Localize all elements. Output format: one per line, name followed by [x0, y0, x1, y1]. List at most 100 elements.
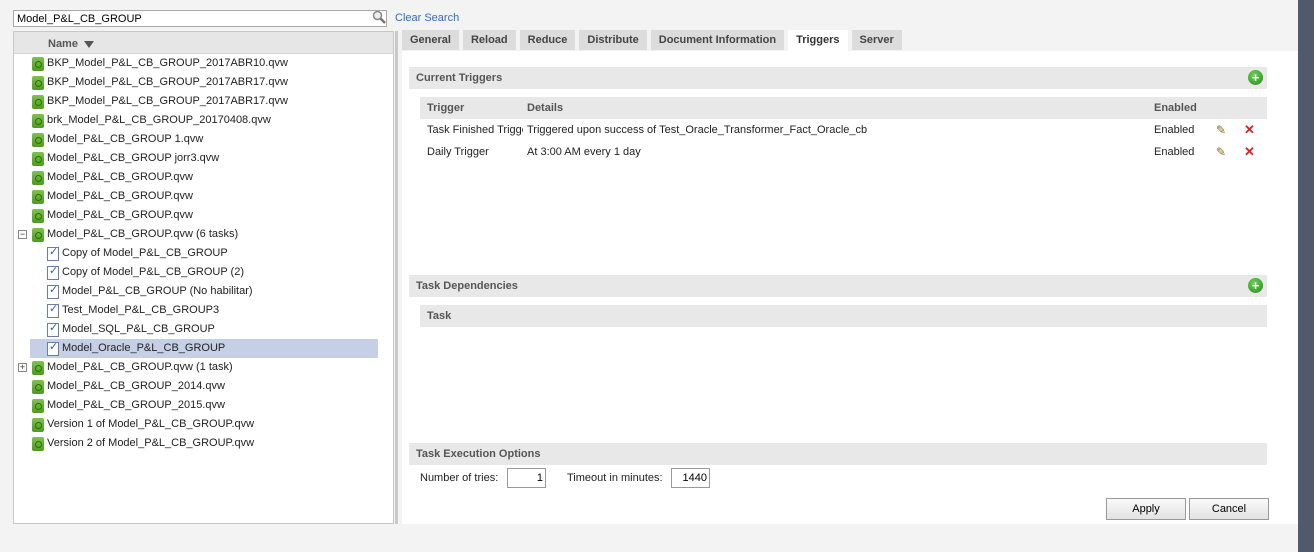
trigger-row[interactable]: Task Finished Trigge Triggered upon succ…	[420, 119, 1267, 141]
qvw-document-icon	[32, 361, 44, 375]
item-label: BKP_Model_P&L_CB_GROUP_2017ABR10.qvw	[47, 57, 288, 69]
tree-document-item[interactable]: − Model_P&L_CB_GROUP.qvw (6 tasks)	[14, 225, 393, 244]
qvw-document-icon	[32, 209, 44, 223]
tree-task-item[interactable]: Copy of Model_P&L_CB_GROUP	[14, 244, 393, 263]
edit-icon[interactable]: ✎	[1216, 145, 1226, 159]
item-label: BKP_Model_P&L_CB_GROUP_2017ABR17.qvw	[47, 76, 288, 88]
search-input[interactable]	[13, 10, 387, 27]
tree-task-item[interactable]: Model_P&L_CB_GROUP (No habilitar)	[14, 282, 393, 301]
task-icon	[47, 302, 59, 318]
item-label: Model_P&L_CB_GROUP jorr3.qvw	[47, 152, 220, 164]
filter-icon[interactable]	[84, 40, 95, 48]
delete-icon[interactable]: ✕	[1244, 144, 1255, 160]
edit-icon[interactable]: ✎	[1216, 123, 1226, 137]
tree-task-item[interactable]: Copy of Model_P&L_CB_GROUP (2)	[14, 263, 393, 282]
tree-document-item[interactable]: BKP_Model_P&L_CB_GROUP_2017ABR17.qvw	[14, 73, 393, 92]
task-icon	[47, 340, 59, 356]
tree-document-item[interactable]: brk_Model_P&L_CB_GROUP_20170408.qvw	[14, 111, 393, 130]
item-label: Version 2 of Model_P&L_CB_GROUP.qvw	[47, 437, 255, 449]
tab-triggers[interactable]: Triggers	[788, 30, 848, 52]
delete-icon[interactable]: ✕	[1244, 122, 1255, 138]
tree-task-item[interactable]: Model_Oracle_P&L_CB_GROUP	[30, 339, 378, 358]
tree-document-item[interactable]: Model_P&L_CB_GROUP_2014.qvw	[14, 377, 393, 396]
task-dependencies-header: Task Dependencies +	[409, 275, 1267, 297]
tree-document-item[interactable]: Version 2 of Model_P&L_CB_GROUP.qvw	[14, 434, 393, 453]
trigger-details: Triggered upon success of Test_Oracle_Tr…	[527, 124, 868, 136]
triggers-table-header: Trigger Details Enabled	[420, 97, 1267, 119]
item-label: Model_P&L_CB_GROUP_2014.qvw	[47, 380, 225, 392]
trigger-enabled: Enabled	[1154, 124, 1195, 136]
section-title: Current Triggers	[416, 72, 503, 84]
tab-bar: General Reload Reduce Distribute Document In…	[402, 30, 902, 52]
expand-icon[interactable]: +	[18, 363, 27, 372]
timeout-input[interactable]	[671, 468, 710, 488]
qvw-document-icon	[32, 418, 44, 432]
tab-document-information[interactable]: Document Information	[650, 30, 785, 50]
qvw-document-icon	[32, 171, 44, 185]
tree-document-item[interactable]: Model_P&L_CB_GROUP jorr3.qvw	[14, 149, 393, 168]
item-label: Model_P&L_CB_GROUP 1.qvw	[47, 133, 204, 145]
item-label: Copy of Model_P&L_CB_GROUP	[62, 247, 228, 259]
tries-input[interactable]	[507, 468, 546, 488]
item-label: Model_P&L_CB_GROUP.qvw (6 tasks)	[47, 228, 239, 240]
qvw-document-icon	[32, 76, 44, 90]
add-trigger-icon[interactable]: +	[1248, 70, 1263, 85]
triggers-panel: Current Triggers + Trigger Details Enable…	[402, 51, 1298, 524]
trigger-row[interactable]: Daily Trigger At 3:00 AM every 1 day Ena…	[420, 141, 1267, 163]
qvw-document-icon	[32, 95, 44, 109]
clear-search-link[interactable]: Clear Search	[395, 12, 459, 24]
tab-reload[interactable]: Reload	[462, 30, 516, 50]
trigger-details: At 3:00 AM every 1 day	[527, 146, 641, 158]
trigger-name: Task Finished Trigge	[427, 124, 523, 136]
qvw-document-icon	[32, 380, 44, 394]
item-label: Model_P&L_CB_GROUP (No habilitar)	[62, 285, 253, 297]
item-label: Model_P&L_CB_GROUP_2015.qvw	[47, 399, 225, 411]
item-label: Copy of Model_P&L_CB_GROUP (2)	[62, 266, 244, 278]
qvw-document-icon	[32, 133, 44, 147]
tree-task-item[interactable]: Test_Model_P&L_CB_GROUP3	[14, 301, 393, 320]
qvw-document-icon	[32, 190, 44, 204]
trigger-name: Daily Trigger	[427, 146, 489, 158]
add-dependency-icon[interactable]: +	[1248, 278, 1263, 293]
dependencies-table-header: Task	[420, 305, 1267, 327]
item-label: Test_Model_P&L_CB_GROUP3	[62, 304, 220, 316]
tree-document-item[interactable]: BKP_Model_P&L_CB_GROUP_2017ABR17.qvw	[14, 92, 393, 111]
tab-reduce[interactable]: Reduce	[519, 30, 576, 50]
tree-document-item[interactable]: Model_P&L_CB_GROUP.qvw	[14, 168, 393, 187]
qvw-document-icon	[32, 114, 44, 128]
side-scrollbar[interactable]	[1298, 0, 1314, 552]
section-title: Task Dependencies	[416, 280, 518, 292]
tree-document-item[interactable]: BKP_Model_P&L_CB_GROUP_2017ABR10.qvw	[14, 54, 393, 73]
name-column-header[interactable]: Name	[14, 32, 393, 54]
name-header-label: Name	[48, 38, 78, 50]
task-icon	[47, 283, 59, 299]
panel-splitter[interactable]	[395, 31, 398, 524]
tree-document-item[interactable]: Model_P&L_CB_GROUP_2015.qvw	[14, 396, 393, 415]
column-trigger: Trigger	[427, 102, 465, 114]
item-label: Model_P&L_CB_GROUP.qvw	[47, 209, 193, 221]
cancel-button[interactable]: Cancel	[1189, 498, 1269, 520]
tab-distribute[interactable]: Distribute	[579, 30, 647, 50]
collapse-icon[interactable]: −	[18, 230, 27, 239]
qvw-document-icon	[32, 152, 44, 166]
tree-task-item[interactable]: Model_SQL_P&L_CB_GROUP	[14, 320, 393, 339]
tree-document-item[interactable]: Model_P&L_CB_GROUP.qvw	[14, 187, 393, 206]
document-tree: Name BKP_Model_P&L_CB_GROUP_2017ABR10.qv…	[13, 31, 394, 524]
qvw-document-icon	[32, 399, 44, 413]
tree-document-item[interactable]: Model_P&L_CB_GROUP 1.qvw	[14, 130, 393, 149]
task-execution-header: Task Execution Options	[409, 443, 1267, 465]
tab-server[interactable]: Server	[851, 30, 902, 50]
tree-document-item[interactable]: Model_P&L_CB_GROUP.qvw	[14, 206, 393, 225]
item-label: Model_Oracle_P&L_CB_GROUP	[62, 342, 226, 354]
tab-general[interactable]: General	[402, 30, 459, 50]
tree-document-item[interactable]: Version 1 of Model_P&L_CB_GROUP.qvw	[14, 415, 393, 434]
tree-document-item[interactable]: + Model_P&L_CB_GROUP.qvw (1 task)	[14, 358, 393, 377]
section-title: Task Execution Options	[416, 448, 541, 460]
current-triggers-header: Current Triggers +	[409, 67, 1267, 89]
column-task: Task	[427, 310, 452, 322]
search-icon[interactable]	[372, 10, 386, 24]
item-label: Model_P&L_CB_GROUP.qvw	[47, 190, 193, 202]
item-label: Model_SQL_P&L_CB_GROUP	[62, 323, 215, 335]
apply-button[interactable]: Apply	[1106, 498, 1186, 520]
item-label: Version 1 of Model_P&L_CB_GROUP.qvw	[47, 418, 255, 430]
